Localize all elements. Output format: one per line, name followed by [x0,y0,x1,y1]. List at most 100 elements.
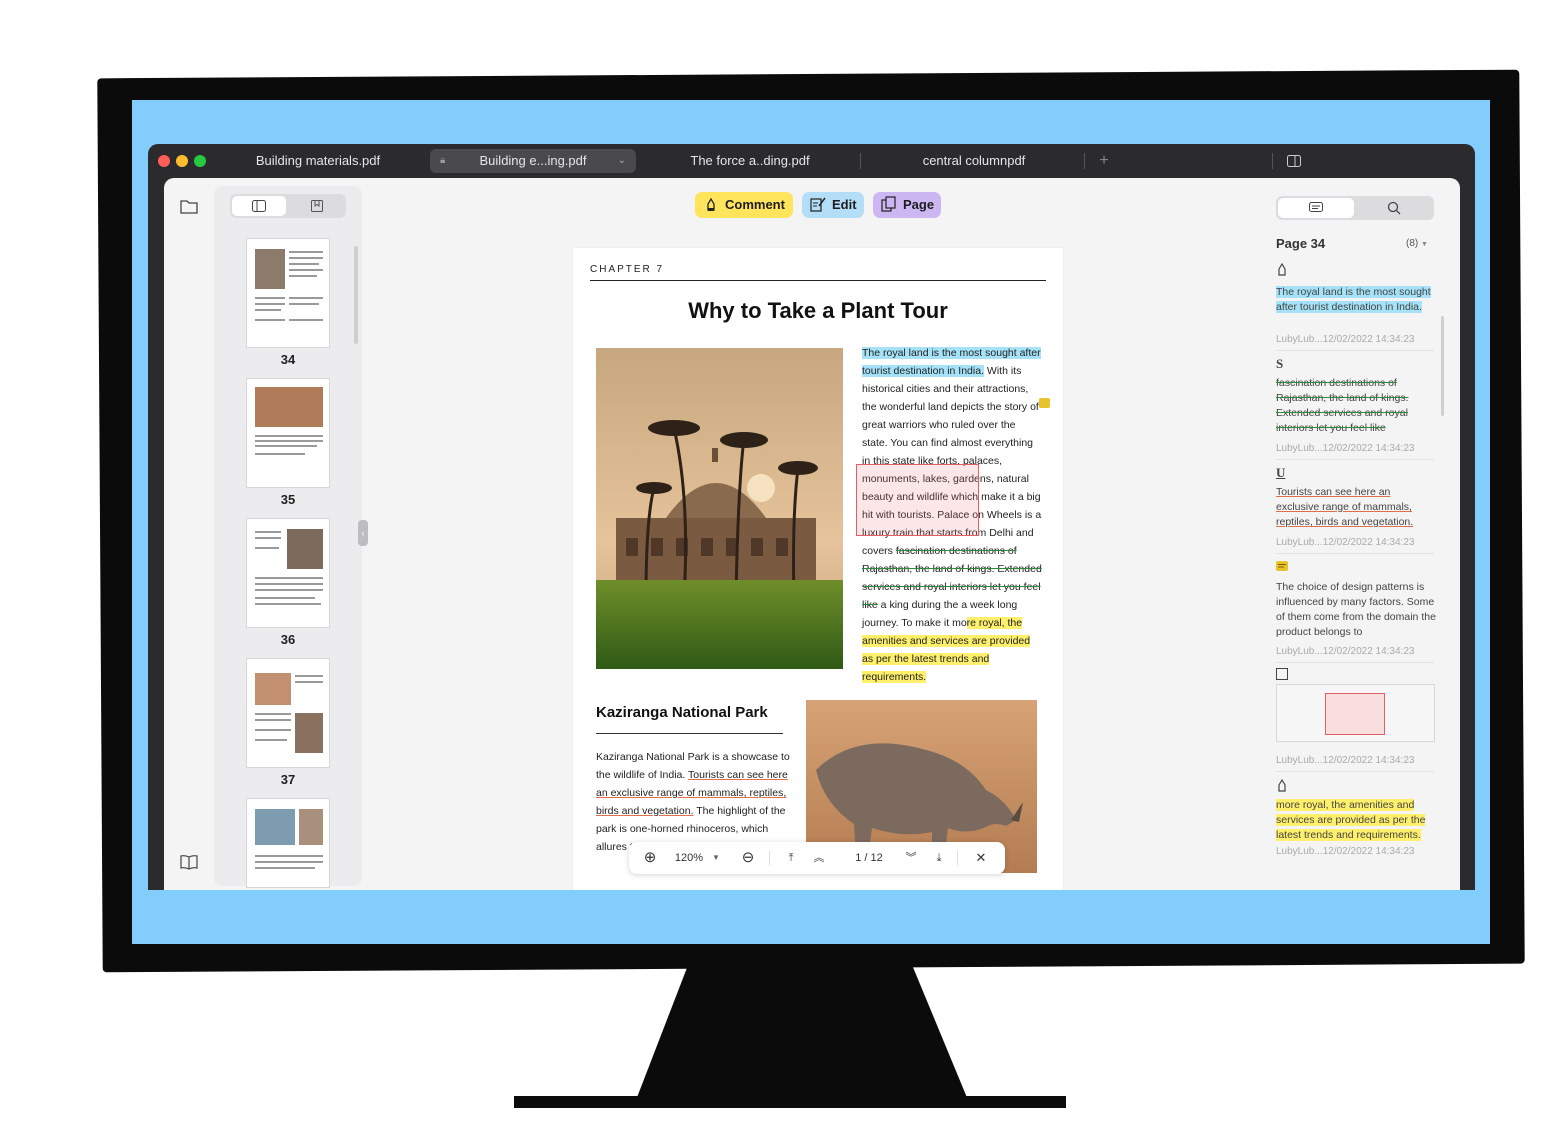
app-window: Building materials.pdf 🔒︎ Building e...i… [148,144,1475,890]
next-page-icon[interactable]: ︾ [901,842,921,874]
highlight-icon [1276,778,1288,795]
divider [957,851,958,865]
annotation-item[interactable]: The royal land is the most sought after … [1276,285,1436,315]
close-window-button[interactable] [158,155,170,167]
zoom-dropdown-icon[interactable]: ▼ [709,842,723,874]
edit-label: Edit [832,197,857,212]
chapter-label: CHAPTER 7 [590,264,665,275]
palace-photo [596,348,843,669]
divider [769,851,770,865]
note-icon[interactable] [1039,398,1050,408]
edit-button[interactable]: Edit [802,192,864,218]
book-icon[interactable] [180,854,198,875]
tab-building-e-ing[interactable]: 🔒︎ Building e...ing.pdf ⌄ [430,149,636,173]
divider [596,733,783,734]
panel-view-toggle [1276,196,1434,220]
divider [1276,662,1434,663]
page-number: 37 [280,772,296,787]
annotation-meta: LubyLub...12/02/2022 14:34:23 [1276,755,1415,766]
close-icon[interactable]: ✕ [971,842,991,874]
annotations-page-label: Page 34 [1276,236,1326,251]
strikethrough-icon: S [1276,356,1284,371]
edit-icon [810,197,826,212]
annotation-item[interactable]: fascination destinations of Rajasthan, t… [1276,376,1436,436]
annotation-item[interactable]: Tourists can see here an exclusive range… [1276,485,1436,530]
previous-page-icon[interactable]: ︽ [809,842,829,874]
zoom-out-icon[interactable]: ⊖ [737,842,759,874]
divider [1276,459,1434,460]
comments-tab[interactable] [1278,198,1354,218]
thumbnail-panel: 34 35 36 37 [214,186,362,888]
note-icon [1276,560,1288,575]
thumbnail-view-toggle [230,194,346,218]
new-tab-button[interactable]: + [1092,149,1116,173]
annotation-meta: LubyLub...12/02/2022 14:34:23 [1276,646,1415,657]
zoom-in-icon[interactable]: ⊕ [639,842,661,874]
tab-central-column[interactable]: central columnpdf [888,149,1060,173]
tab-label: central columnpdf [922,153,1026,168]
annotation-count[interactable]: (8) ▼ [1406,238,1428,249]
annotations-scrollbar[interactable] [1441,316,1444,416]
divider [1276,553,1434,554]
page-title: Why to Take a Plant Tour [688,298,948,323]
annotation-meta: LubyLub...12/02/2022 14:34:23 [1276,846,1415,857]
sidebar-toggle-icon[interactable] [1284,149,1304,173]
page-thumbnail[interactable] [246,798,330,888]
highlight-icon [1276,262,1288,279]
tab-building-materials[interactable]: Building materials.pdf [238,149,398,173]
tab-separator [1084,153,1085,169]
page-indicator[interactable]: 1 / 12 [839,842,899,874]
comment-list-icon [1309,202,1323,212]
underline-icon: U [1276,465,1286,480]
comment-label: Comment [725,197,785,212]
page-number: 35 [280,492,296,507]
bookmark-icon[interactable] [311,200,323,212]
page-thumbnail[interactable] [246,238,330,348]
paragraph-2: Kaziranga National Park is a showcase to… [596,748,791,856]
minimize-window-button[interactable] [176,155,188,167]
divider [590,280,1046,281]
title-bar: Building materials.pdf 🔒︎ Building e...i… [148,144,1475,178]
folder-icon[interactable] [180,198,198,219]
page-thumbnail[interactable] [246,378,330,488]
tab-the-force[interactable]: The force a..ding.pdf [666,149,834,173]
comment-button[interactable]: Comment [695,192,793,218]
chevron-down-icon[interactable]: ⌄ [618,149,626,173]
lock-icon: 🔒︎ [440,155,446,166]
annotation-meta: LubyLub...12/02/2022 14:34:23 [1276,443,1415,454]
thumbnail-scrollbar[interactable] [354,246,358,344]
section-title: Kaziranga National Park [596,704,768,721]
annotation-meta: LubyLub...12/02/2022 14:34:23 [1276,334,1415,345]
thumbnails-icon [252,200,266,212]
tab-label: The force a..ding.pdf [690,153,810,168]
search-icon[interactable] [1387,201,1401,215]
thumbnails-view-button[interactable] [232,196,286,216]
rectangle-thumbnail [1325,693,1385,735]
zoom-level[interactable]: 120% [669,842,709,874]
zoom-window-button[interactable] [194,155,206,167]
annotation-text: The royal land is the most sought after … [1276,286,1431,313]
annotation-item[interactable]: The choice of design patterns is influen… [1276,580,1436,640]
rectangle-preview[interactable] [1276,684,1435,742]
count-text: (8) [1406,238,1419,249]
plus-icon: + [1099,152,1109,169]
tab-label: Building materials.pdf [255,153,381,168]
highlighter-icon [707,197,715,211]
first-page-icon[interactable]: ⤒ [781,842,801,874]
last-page-icon[interactable]: ⤓ [929,842,949,874]
rectangle-annotation[interactable] [856,464,979,536]
page-number: 36 [280,632,296,647]
annotation-meta: LubyLub...12/02/2022 14:34:23 [1276,537,1415,548]
page-label: Page [903,197,935,212]
divider [1276,350,1434,351]
tab-separator [1272,153,1273,169]
page-number: 34 [280,352,296,367]
divider [1276,771,1434,772]
annotation-item[interactable]: more royal, the amenities and services a… [1276,798,1436,843]
page-thumbnail[interactable] [246,658,330,768]
page-button[interactable]: Page [873,192,941,218]
page-icon [881,196,896,212]
collapse-sidebar-handle[interactable]: ‹ [358,520,368,546]
annotation-text: Tourists can see here an exclusive range… [1276,486,1414,528]
page-thumbnail[interactable] [246,518,330,628]
